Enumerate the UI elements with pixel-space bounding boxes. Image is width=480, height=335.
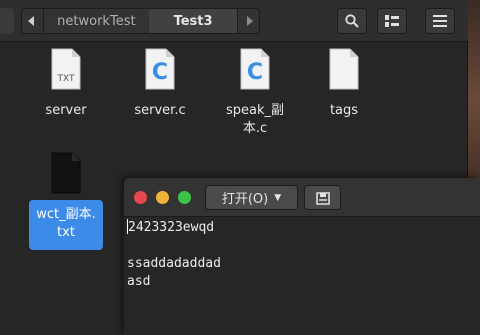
menu-button[interactable] xyxy=(425,8,455,34)
open-button-label: 打开(O) xyxy=(221,192,269,207)
c-source-file-icon: C xyxy=(145,48,175,90)
back-button[interactable] xyxy=(0,8,14,34)
editor-header: 打开(O) ▼ xyxy=(124,178,480,217)
txt-type-label: TXT xyxy=(56,74,75,84)
text-line: asd xyxy=(127,274,151,289)
file-name-line-1: speak_副 xyxy=(225,103,285,118)
c-source-file-icon: C xyxy=(240,48,270,90)
search-icon xyxy=(345,14,359,28)
maximize-button[interactable] xyxy=(178,191,191,204)
c-type-label: C xyxy=(247,60,263,85)
text-line: ssaddadaddad xyxy=(127,256,221,271)
path-left-arrow-icon[interactable] xyxy=(22,9,44,33)
hamburger-menu-icon xyxy=(433,15,447,27)
path-right-arrow-icon[interactable] xyxy=(237,9,259,33)
chevron-down-icon: ▼ xyxy=(274,192,282,203)
save-icon xyxy=(315,191,330,205)
file-name-line-2: 本.c xyxy=(242,121,268,136)
text-editor-window: 打开(O) ▼ 2423323ewqd ssaddadaddad asd xyxy=(124,178,480,335)
txt-file-icon: TXT xyxy=(51,48,81,90)
path-segment-test3[interactable]: Test3 xyxy=(148,9,238,33)
path-bar: networkTest Test3 xyxy=(21,8,260,34)
close-button[interactable] xyxy=(134,191,147,204)
text-line xyxy=(127,237,480,255)
dark-file-icon xyxy=(51,152,81,194)
file-name-line-2: txt xyxy=(57,225,75,240)
selected-file-name: wct_副本.txt xyxy=(29,200,103,250)
search-button[interactable] xyxy=(337,8,367,34)
minimize-button[interactable] xyxy=(156,191,169,204)
path-segment-networktest[interactable]: networkTest xyxy=(44,9,149,33)
file-name: tags xyxy=(329,103,359,118)
open-menu-button[interactable]: 打开(O) ▼ xyxy=(205,185,298,210)
file-name: speak_副 本.c xyxy=(210,102,300,138)
c-type-label: C xyxy=(152,60,168,85)
view-toggle-button[interactable] xyxy=(377,8,407,34)
save-button[interactable] xyxy=(304,185,341,210)
file-name: server.c xyxy=(134,103,186,118)
editor-text-area[interactable]: 2423323ewqd ssaddadaddad asd xyxy=(124,217,480,335)
text-line: 2423323ewqd xyxy=(127,219,215,235)
list-view-icon xyxy=(385,15,399,27)
file-icon xyxy=(329,48,359,90)
file-name-line-1: wct_副本. xyxy=(36,207,96,222)
file-name: server xyxy=(45,103,87,118)
file-manager-header: networkTest Test3 xyxy=(0,0,468,42)
